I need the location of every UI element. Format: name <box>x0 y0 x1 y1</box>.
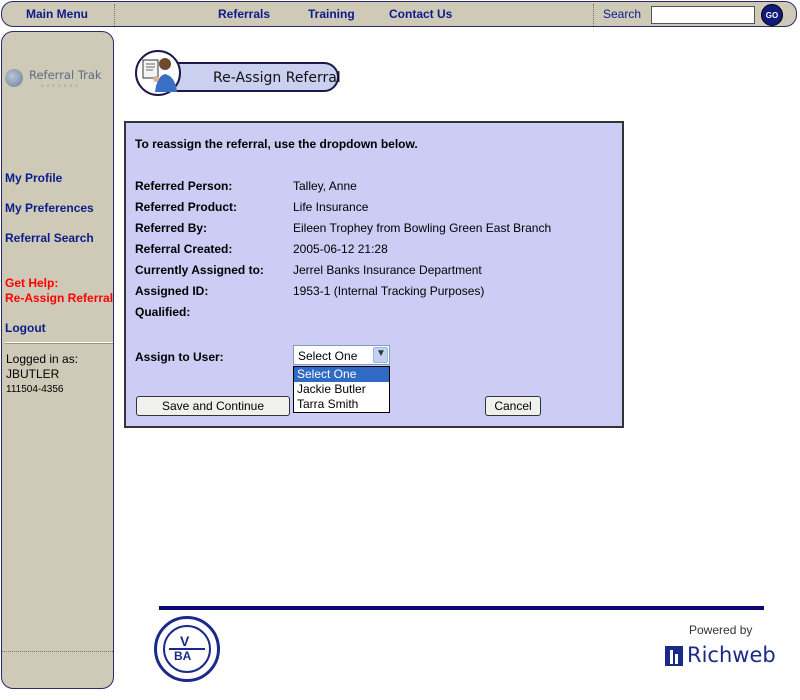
field-value-referred-person: Talley, Anne <box>293 179 357 193</box>
field-label-referred-product: Referred Product: <box>135 200 238 214</box>
user-id: 111504-4356 <box>6 384 64 395</box>
nav-separator <box>593 4 594 26</box>
assign-user-selected-value: Select One <box>298 349 358 363</box>
vba-seal-letters-ba: BA <box>174 649 192 663</box>
field-label-referred-person: Referred Person: <box>135 179 233 193</box>
dropdown-option-tarra-smith[interactable]: Tarra Smith <box>294 397 389 412</box>
referral-trak-logo: Referral Trak EXPRESS <box>5 67 113 88</box>
logo-subtext: EXPRESS <box>41 83 81 88</box>
search-go-button[interactable]: GO <box>761 4 783 26</box>
field-value-referral-created: 2005-06-12 21:28 <box>293 242 388 256</box>
nav-referrals[interactable]: Referrals <box>218 7 270 21</box>
vba-seal-letter-v: V <box>180 633 190 649</box>
field-value-assigned-id: 1953-1 (Internal Tracking Purposes) <box>293 284 485 298</box>
sidebar-footer-rule <box>2 651 113 652</box>
dropdown-option-jackie-butler[interactable]: Jackie Butler <box>294 382 389 397</box>
nav-contact-us[interactable]: Contact Us <box>389 7 452 21</box>
search-input[interactable] <box>651 6 755 24</box>
search-label: Search <box>603 7 642 21</box>
page-header: Re-Assign Referral <box>135 46 341 100</box>
sidebar: Referral Trak EXPRESS My Profile My Pref… <box>1 31 114 689</box>
assign-to-user-label: Assign to User: <box>135 350 224 364</box>
sidebar-item-logout[interactable]: Logout <box>5 321 46 335</box>
logged-in-label: Logged in as: <box>6 352 79 366</box>
reassign-form-panel: To reassign the referral, use the dropdo… <box>124 121 624 428</box>
top-nav-bar: Main Menu Referrals Training Contact Us … <box>1 1 797 27</box>
assign-user-dropdown-list: Select One Jackie Butler Tarra Smith <box>293 366 390 413</box>
sidebar-item-my-preferences[interactable]: My Preferences <box>5 201 94 215</box>
person-with-document-icon <box>135 50 181 96</box>
cancel-button[interactable]: Cancel <box>485 396 541 416</box>
richweb-logo-icon <box>665 646 683 666</box>
field-value-currently-assigned: Jerrel Banks Insurance Department <box>293 263 482 277</box>
nav-main-menu[interactable]: Main Menu <box>26 7 88 21</box>
assign-user-select[interactable]: Select One ▼ <box>293 345 390 365</box>
dropdown-option-select-one[interactable]: Select One <box>294 367 389 382</box>
field-label-qualified: Qualified: <box>135 305 191 319</box>
page-title: Re-Assign Referral <box>213 70 341 86</box>
field-value-referred-product: Life Insurance <box>293 200 369 214</box>
sidebar-item-referral-search[interactable]: Referral Search <box>5 231 94 245</box>
nav-training[interactable]: Training <box>308 7 355 21</box>
powered-by-label: Powered by <box>689 623 753 637</box>
username: JBUTLER <box>6 367 60 381</box>
page-title-pill: Re-Assign Referral <box>155 62 341 92</box>
sidebar-divider <box>5 342 113 344</box>
help-heading: Get Help: <box>5 276 59 290</box>
chevron-down-icon[interactable]: ▼ <box>373 347 388 363</box>
save-and-continue-button[interactable]: Save and Continue <box>136 396 290 416</box>
help-link-re-assign[interactable]: Re-Assign Referral <box>5 291 113 305</box>
field-label-assigned-id: Assigned ID: <box>135 284 209 298</box>
field-label-referral-created: Referral Created: <box>135 242 233 256</box>
sidebar-item-my-profile[interactable]: My Profile <box>5 171 62 185</box>
globe-icon <box>5 69 23 87</box>
field-label-referred-by: Referred By: <box>135 221 208 235</box>
richweb-brand: Richweb <box>687 643 776 667</box>
form-instructions: To reassign the referral, use the dropdo… <box>135 137 418 151</box>
nav-separator <box>114 4 115 26</box>
footer-divider <box>159 606 764 610</box>
field-label-currently-assigned: Currently Assigned to: <box>135 263 264 277</box>
field-value-referred-by: Eileen Trophey from Bowling Green East B… <box>293 221 552 235</box>
logo-text: Referral Trak <box>29 68 102 82</box>
vba-seal-logo: V BA <box>154 616 220 682</box>
